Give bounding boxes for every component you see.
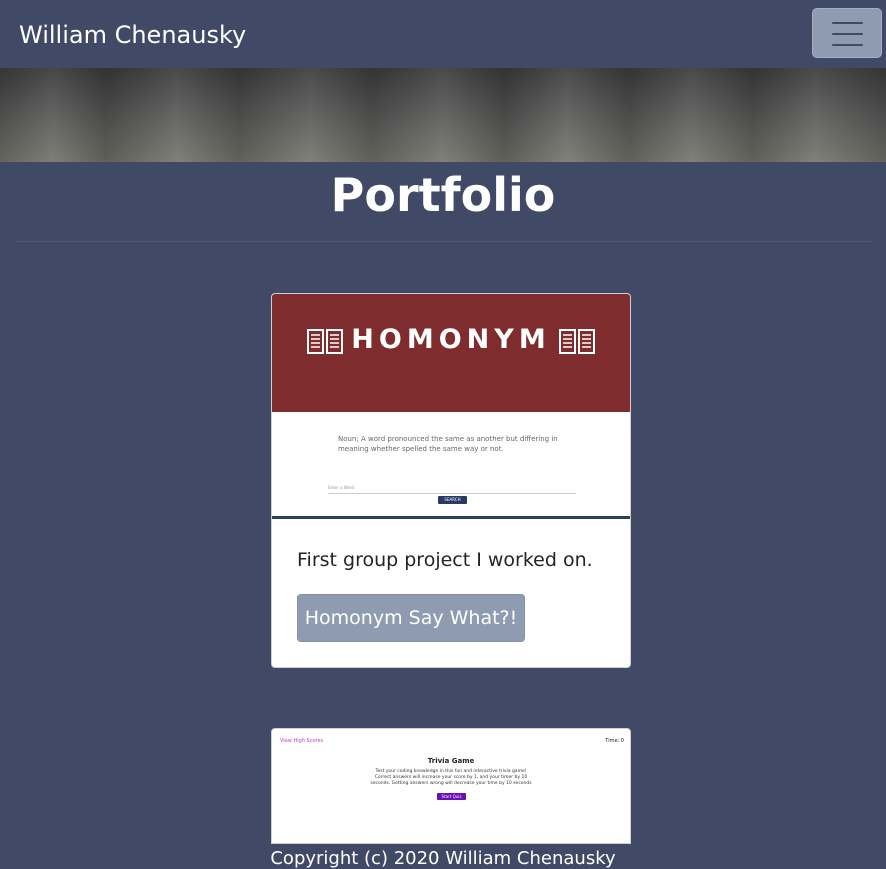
title-divider [15,241,871,242]
navbar-toggler-button[interactable] [812,8,882,58]
screenshot-title: Trivia Game [427,757,475,765]
footer-copyright: Copyright (c) 2020 William Chenausky [270,848,616,869]
screenshot-bottom-border [272,516,630,519]
project-card-trivia: View High Scores Time: 0 Trivia Game Tes… [271,728,631,844]
navbar-brand[interactable]: William Chenausky [19,18,246,52]
screenshot-high-scores-link: View High Scores [280,738,324,744]
footer: Copyright (c) 2020 William Chenausky [0,844,886,869]
page-title: Portfolio [330,168,556,222]
project-card-homonym: HOMONYM Noun; A word pronounced the same… [271,293,631,668]
book-icon [559,329,595,354]
navbar: William Chenausky [0,0,886,68]
screenshot-definition: Noun; A word pronounced the same as anot… [338,435,558,453]
screenshot-header: HOMONYM [272,294,630,412]
project-description: First group project I worked on. [297,549,593,571]
screenshot-timer: Time: 0 [605,738,624,744]
homonym-project-button[interactable]: Homonym Say What?! [297,594,525,642]
screenshot-start-button: Start Quiz [437,793,466,800]
screenshot-body: Noun; A word pronounced the same as anot… [272,412,630,517]
screenshot-search-input: Enter a Word [328,482,576,494]
screenshot-search-button: SEARCH [438,496,467,504]
hero-banner-image [0,68,886,162]
screenshot-description: Test your coding knowledge in this fun a… [370,769,532,786]
